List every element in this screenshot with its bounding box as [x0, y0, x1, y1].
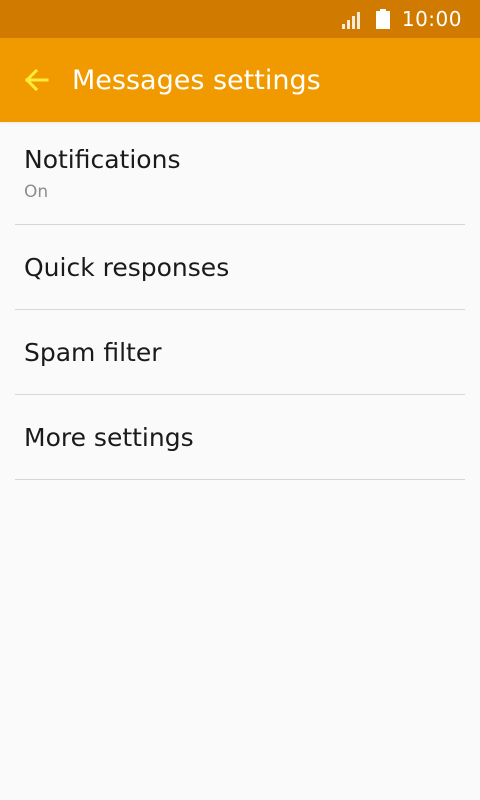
settings-item-subtitle: On: [24, 181, 49, 202]
settings-item-title: Notifications: [24, 144, 181, 174]
settings-item-title: Spam filter: [24, 337, 162, 367]
app-bar: Messages settings: [0, 38, 480, 122]
settings-item-quick-responses[interactable]: Quick responses: [15, 225, 465, 310]
settings-item-title: Quick responses: [24, 252, 230, 282]
back-arrow-icon: [24, 68, 49, 92]
settings-list: Notifications On Quick responses Spam fi…: [0, 122, 480, 480]
signal-icon: [341, 12, 360, 29]
settings-item-notifications[interactable]: Notifications On: [15, 122, 465, 225]
battery-icon: [375, 9, 390, 29]
settings-item-more-settings[interactable]: More settings: [15, 395, 465, 480]
back-button[interactable]: [0, 38, 72, 122]
clock: 10:00: [401, 7, 462, 31]
settings-item-spam-filter[interactable]: Spam filter: [15, 310, 465, 395]
page-title: Messages settings: [72, 64, 321, 96]
settings-item-title: More settings: [24, 422, 194, 452]
status-bar: 10:00: [0, 0, 480, 38]
